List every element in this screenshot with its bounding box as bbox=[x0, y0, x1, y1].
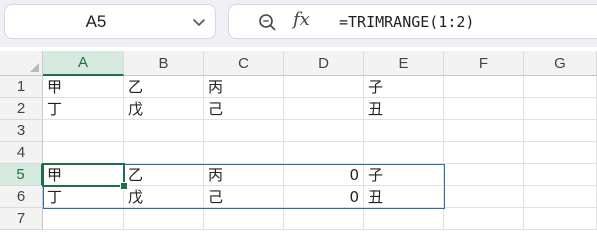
row-header-2[interactable]: 2 bbox=[0, 98, 43, 120]
cell-d5[interactable]: 0 bbox=[284, 164, 364, 186]
name-box[interactable]: A5 bbox=[4, 4, 216, 39]
fill-handle[interactable] bbox=[120, 182, 128, 190]
chevron-down-icon[interactable] bbox=[191, 14, 207, 30]
select-all-icon bbox=[30, 63, 39, 72]
cell-c2[interactable]: 己 bbox=[204, 98, 284, 120]
cell-f2[interactable] bbox=[444, 98, 524, 120]
fx-icon[interactable]: fx bbox=[293, 9, 310, 30]
cell-g7[interactable] bbox=[524, 208, 597, 230]
cell-d3[interactable] bbox=[284, 120, 364, 142]
cell-c5[interactable]: 丙 bbox=[204, 164, 284, 186]
cell-f6[interactable] bbox=[444, 186, 524, 208]
row-header-6[interactable]: 6 bbox=[0, 186, 43, 208]
cell-b5[interactable]: 乙 bbox=[124, 164, 204, 186]
cell-e1[interactable]: 子 bbox=[364, 76, 444, 98]
row-header-1[interactable]: 1 bbox=[0, 76, 43, 98]
cell-c6[interactable]: 己 bbox=[204, 186, 284, 208]
cell-b3[interactable] bbox=[124, 120, 204, 142]
cell-f5[interactable] bbox=[444, 164, 524, 186]
cell-a2[interactable]: 丁 bbox=[43, 98, 124, 120]
cell-g6[interactable] bbox=[524, 186, 597, 208]
search-icon[interactable] bbox=[257, 12, 277, 32]
cell-c3[interactable] bbox=[204, 120, 284, 142]
name-box-value[interactable]: A5 bbox=[5, 5, 187, 38]
cell-e7[interactable] bbox=[364, 208, 444, 230]
cell-d7[interactable] bbox=[284, 208, 364, 230]
cell-f4[interactable] bbox=[444, 142, 524, 164]
cell-g5[interactable] bbox=[524, 164, 597, 186]
column-header-e[interactable]: E bbox=[364, 51, 444, 76]
cell-e3[interactable] bbox=[364, 120, 444, 142]
cell-f3[interactable] bbox=[444, 120, 524, 142]
column-header-f[interactable]: F bbox=[444, 51, 524, 76]
cell-d2[interactable] bbox=[284, 98, 364, 120]
cell-e6[interactable]: 丑 bbox=[364, 186, 444, 208]
cell-a7[interactable] bbox=[43, 208, 124, 230]
cell-f7[interactable] bbox=[444, 208, 524, 230]
cell-a1[interactable]: 甲 bbox=[43, 76, 124, 98]
column-header-a[interactable]: A bbox=[43, 51, 124, 76]
select-all-corner[interactable] bbox=[0, 51, 43, 76]
cell-c1[interactable]: 丙 bbox=[204, 76, 284, 98]
formula-input[interactable]: =TRIMRANGE(1:2) bbox=[339, 5, 474, 38]
formula-toolbar: A5 fx =TRIMRANGE(1:2) bbox=[0, 0, 597, 47]
cell-a3[interactable] bbox=[43, 120, 124, 142]
column-header-g[interactable]: G bbox=[524, 51, 597, 76]
cell-b1[interactable]: 乙 bbox=[124, 76, 204, 98]
cell-f1[interactable] bbox=[444, 76, 524, 98]
formula-bar[interactable]: fx =TRIMRANGE(1:2) bbox=[228, 4, 597, 39]
cell-g2[interactable] bbox=[524, 98, 597, 120]
cell-d6[interactable]: 0 bbox=[284, 186, 364, 208]
cell-d4[interactable] bbox=[284, 142, 364, 164]
column-header-d[interactable]: D bbox=[284, 51, 364, 76]
cell-b4[interactable] bbox=[124, 142, 204, 164]
column-header-b[interactable]: B bbox=[124, 51, 204, 76]
cell-b7[interactable] bbox=[124, 208, 204, 230]
column-header-c[interactable]: C bbox=[204, 51, 284, 76]
cell-a4[interactable] bbox=[43, 142, 124, 164]
cell-g4[interactable] bbox=[524, 142, 597, 164]
cell-d1[interactable] bbox=[284, 76, 364, 98]
cell-c7[interactable] bbox=[204, 208, 284, 230]
row-header-5[interactable]: 5 bbox=[0, 164, 43, 186]
cell-b6[interactable]: 戊 bbox=[124, 186, 204, 208]
cell-b2[interactable]: 戊 bbox=[124, 98, 204, 120]
row-header-7[interactable]: 7 bbox=[0, 208, 43, 230]
cell-e4[interactable] bbox=[364, 142, 444, 164]
cell-e5[interactable]: 子 bbox=[364, 164, 444, 186]
cell-c4[interactable] bbox=[204, 142, 284, 164]
cell-a5[interactable]: 甲 bbox=[43, 164, 124, 186]
cell-a6[interactable]: 丁 bbox=[43, 186, 124, 208]
cell-g3[interactable] bbox=[524, 120, 597, 142]
cell-e2[interactable]: 丑 bbox=[364, 98, 444, 120]
row-header-4[interactable]: 4 bbox=[0, 142, 43, 164]
row-header-3[interactable]: 3 bbox=[0, 120, 43, 142]
cell-g1[interactable] bbox=[524, 76, 597, 98]
